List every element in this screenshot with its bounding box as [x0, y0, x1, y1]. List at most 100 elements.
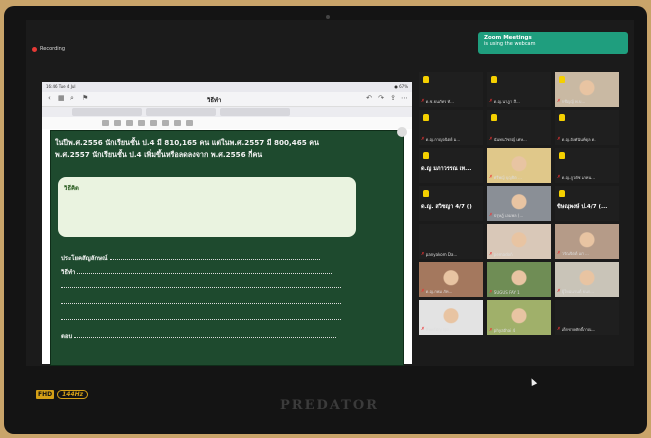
lasso-tool-icon[interactable] [162, 120, 169, 126]
participant-tile[interactable]: ✗ SUGUS FAY 1 [487, 262, 551, 297]
pen-tools [42, 117, 412, 129]
method-label: วิธีทำ [61, 269, 76, 276]
webcam-icon [326, 15, 330, 19]
eraser-tool-icon[interactable] [126, 120, 133, 126]
redo-icon[interactable]: ↷ [378, 94, 384, 102]
participant-name: กชีญญ์ พ.บ... [561, 99, 586, 104]
participant-name: ขิษณุพงษ์ ป.4/7 (... [557, 204, 608, 210]
participant-label: ✗ ปรุษฎ์ เลมพล (... [489, 212, 523, 219]
answer-line [61, 303, 341, 304]
pencil-tool-icon[interactable] [114, 120, 121, 126]
sentence-row: ประโยคสัญลักษณ์ [61, 253, 320, 263]
participant-tile[interactable]: ขิษณุพงษ์ ป.4/7 (... [555, 186, 619, 221]
participant-label: ✗ ดิษพร์อัญ ญ่อ... [421, 326, 453, 333]
zoom-banner-text: is using the webcam [484, 41, 536, 47]
raised-hand-icon [423, 114, 429, 121]
participant-tile[interactable]: ✗ ด.ญ.อังคันันท์ดุล ด. [555, 110, 619, 145]
bookmark-icon[interactable]: ⚑ [82, 94, 88, 102]
worksheet-board: ในปีพ.ศ.2556 นักเรียนชั้น ป.4 มี 810,165… [50, 127, 407, 366]
muted-mic-icon: ✗ [489, 137, 493, 142]
answer-blank [74, 331, 337, 338]
participant-tile[interactable]: ด.ญ มภาวรรณ เท... [419, 148, 483, 183]
participant-label: ✗ phyathai 4 [489, 328, 515, 333]
question-line-2: พ.ศ.2557 นักเรียนชั้น ป.4 เพิ่มขึ้นหรือล… [55, 150, 263, 159]
participant-tile[interactable]: ✗ วรัณจิตต์ แก่ ... [555, 224, 619, 259]
participant-label: ✗ ด.ญ.กาญจนิตย์ ม... [421, 136, 460, 143]
participant-label: ✗ pemadoñ [489, 252, 513, 257]
participant-name: ด.ญ.นาฎา สี... [493, 99, 520, 104]
tab-2[interactable] [146, 108, 216, 116]
image-tool-icon[interactable] [174, 120, 181, 126]
notes-toolbar: ‹ ▦ ⌕ ⚑ วิธีทำ ↶ ↷ ⇪ ⋯ [42, 92, 412, 107]
participant-name: ดิษพร์อัญ ญ่อ... [425, 327, 453, 332]
participant-name: phyathai 4 [493, 328, 516, 333]
participant-name: SUGUS FAY 1 [493, 290, 520, 295]
participant-tile[interactable]: ✗ ด.ญ.นาฎา สี... [487, 72, 551, 107]
more-icon[interactable]: ⋯ [401, 94, 408, 102]
tab-3[interactable] [220, 108, 290, 116]
participant-name: ด.ญ.กพม ภัท... [425, 289, 453, 294]
participant-name: ด.ญ.อังคันันท์ดุล ด. [561, 137, 596, 142]
participant-tile[interactable]: ✗ ด.ญ.ภูวดัช เภทน... [555, 148, 619, 183]
participant-name: ด.ญ.ภูวดัช เภทน... [561, 175, 595, 180]
back-icon[interactable]: ‹ [48, 94, 51, 102]
recording-label: Recording [40, 46, 66, 52]
mouse-cursor-icon [528, 377, 538, 386]
muted-mic-icon: ✗ [557, 289, 561, 294]
participant-tile[interactable]: ✗ นันทนวัชรญ์ เศษ... [487, 110, 551, 145]
method-row: วิธีทำ [61, 267, 333, 277]
muted-mic-icon: ✗ [557, 99, 561, 104]
participant-tile[interactable]: ✗ ด.ญ.กาญจนิตย์ ม... [419, 110, 483, 145]
participant-tile[interactable]: ด.ญ. สวิชญา 4/7 () [419, 186, 483, 221]
participant-tile[interactable]: ✗ pemadoñ [487, 224, 551, 259]
participant-label: ✗ กชีญญ์ พ.บ... [557, 98, 585, 105]
share-icon[interactable]: ⇪ [390, 94, 396, 102]
participant-tile[interactable]: ✗ ด.ช.ธนภัทร ทั... [419, 72, 483, 107]
tab-1[interactable] [72, 108, 142, 116]
participant-tile[interactable]: ✗ ศรีพญ์ บุญธิต ... [487, 148, 551, 183]
participant-tile[interactable]: ✗ phyathai 4 [487, 300, 551, 335]
grid-icon[interactable]: ▦ [58, 94, 65, 102]
sentence-label: ประโยคสัญลักษณ์ [61, 255, 108, 262]
raised-hand-icon [491, 114, 497, 121]
participant-label: ✗ SUGUS FAY 1 [489, 290, 520, 295]
raised-hand-icon [423, 190, 429, 197]
muted-mic-icon: ✗ [489, 175, 493, 180]
muted-mic-icon: ✗ [557, 175, 561, 180]
muted-mic-icon: ✗ [421, 99, 425, 104]
highlighter-tool-icon[interactable] [138, 120, 145, 126]
participant-tile[interactable]: ✗ panyakom Da... [419, 224, 483, 259]
shared-screen: 16:46 Tue 4 Jul ● 67% ‹ ▦ ⌕ ⚑ วิธีทำ ↶ ↷… [42, 82, 412, 366]
zoom-notification[interactable]: Zoom Meetings is using the webcam [478, 32, 628, 54]
pen-tool-icon[interactable] [102, 120, 109, 126]
scroll-handle[interactable] [397, 127, 407, 137]
participant-tile[interactable]: ✗ ดิษพร์อัญ ญ่อ... [419, 300, 483, 335]
answer-line [61, 319, 341, 320]
participant-name: ด.ญ. สวิชญา 4/7 () [421, 204, 472, 210]
document-tabs [42, 107, 412, 117]
participant-label: ✗ ด.ญ.นาฎา สี... [489, 98, 520, 105]
muted-mic-icon: ✗ [421, 137, 425, 142]
laptop-bezel: Recording Zoom Meetings is using the web… [4, 6, 647, 434]
participant-name: ปรุษฎ์ เลมพล (... [493, 213, 524, 218]
participant-tile[interactable]: ✗ ด.ญ.กพม ภัท... [419, 262, 483, 297]
ipad-status-bar: 16:46 Tue 4 Jul ● 67% [42, 82, 412, 92]
muted-mic-icon: ✗ [489, 252, 493, 257]
method-blank [77, 267, 333, 274]
document-title: วิธีทำ [207, 97, 222, 104]
participant-tile[interactable]: ✗ ปรุษฎ์ เลมพล (... [487, 186, 551, 221]
participant-tile[interactable]: ✗ กชีญญ์ พ.บ... [555, 72, 619, 107]
answer-row: ตอบ [61, 331, 337, 341]
recording-indicator: Recording [32, 46, 65, 52]
participant-label: ✗ ด.ญ.อังคันันท์ดุล ด. [557, 136, 596, 143]
shape-tool-icon[interactable] [150, 120, 157, 126]
muted-mic-icon: ✗ [421, 289, 425, 294]
undo-icon[interactable]: ↶ [366, 94, 372, 102]
answer-label: ตอบ [61, 333, 73, 340]
search-icon[interactable]: ⌕ [70, 94, 74, 103]
text-tool-icon[interactable] [186, 120, 193, 126]
participant-name: ผู้ใหม่แรนต์ ธนก... [561, 289, 595, 294]
participant-tile[interactable]: ✗ เด็กชายศักดิ์ภาณ... [555, 300, 619, 335]
participant-tile[interactable]: ✗ ผู้ใหม่แรนต์ ธนก... [555, 262, 619, 297]
raised-hand-icon [559, 114, 565, 121]
